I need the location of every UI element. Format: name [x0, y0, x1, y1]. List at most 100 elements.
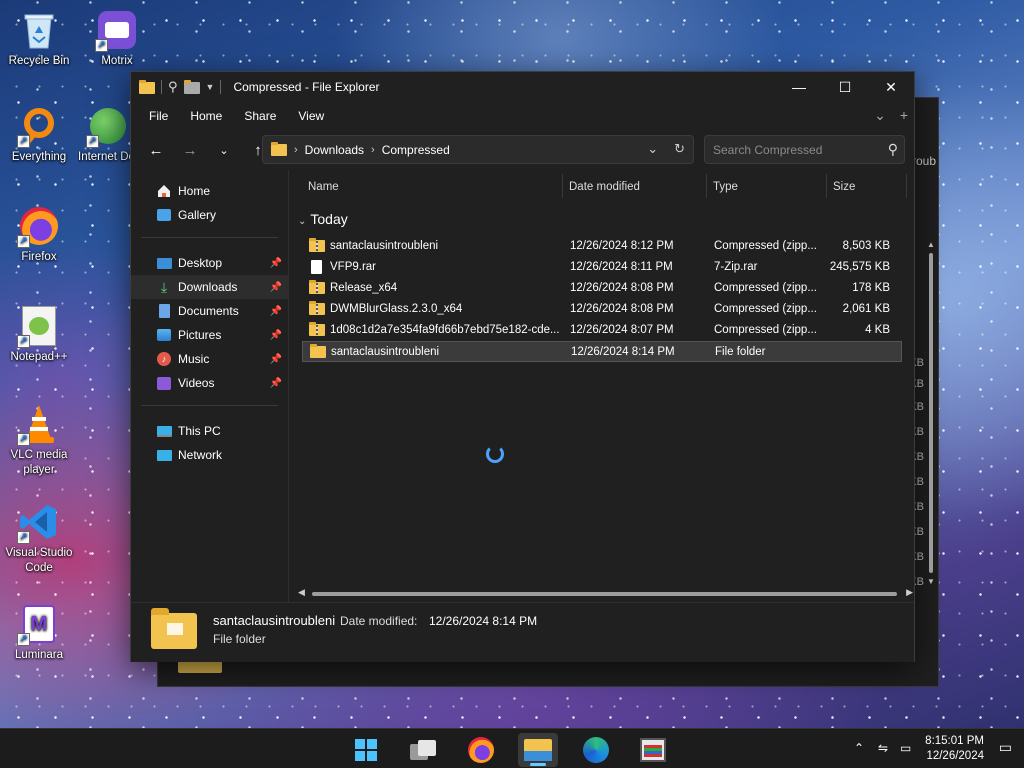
scroll-right-arrow-icon[interactable]: ▶ — [906, 587, 913, 598]
desktop-icon-motrix[interactable]: ↗ Motrix — [78, 8, 156, 69]
desktop-icon-firefox[interactable]: ↗ Firefox — [0, 204, 78, 265]
file-row[interactable]: VFP9.rar 12/26/2024 8:11 PM 7-Zip.rar 24… — [302, 257, 902, 278]
file-row-selected[interactable]: santaclausintroubleni 12/26/2024 8:14 PM… — [302, 341, 902, 362]
zip-folder-icon — [309, 322, 325, 337]
taskbar-firefox[interactable] — [461, 733, 501, 767]
pin-icon[interactable]: 📌 — [270, 282, 282, 293]
pin-icon[interactable]: 📌 — [270, 354, 282, 365]
column-divider[interactable] — [906, 174, 907, 198]
menu-view[interactable]: View — [290, 109, 338, 123]
file-explorer-window[interactable]: ⚲ ▼ Compressed - File Explorer — ☐ ✕ Fil… — [130, 71, 915, 662]
folder-icon — [151, 608, 197, 649]
sidebar-item-downloads[interactable]: ⤓ Downloads 📌 — [131, 275, 288, 299]
details-pane: santaclausintroubleni Date modified: 12/… — [131, 602, 914, 662]
taskbar-edge[interactable] — [576, 733, 616, 767]
idm-icon: ↗ — [86, 104, 130, 148]
desktop-icon-notepadpp[interactable]: ↗ Notepad++ — [0, 304, 78, 365]
chevron-right-icon[interactable]: › — [294, 144, 298, 156]
scroll-down-arrow-icon[interactable]: ▼ — [926, 577, 936, 586]
refresh-icon[interactable]: ↻ — [674, 141, 685, 157]
desktop-icon-vlc[interactable]: ↗ VLC media player — [0, 402, 78, 478]
breadcrumb-downloads[interactable]: Downloads — [305, 143, 364, 157]
scrollbar-thumb[interactable] — [312, 592, 897, 596]
column-header-size[interactable]: Size — [833, 181, 855, 193]
maximize-button[interactable]: ☐ — [822, 72, 868, 102]
scroll-up-arrow-icon[interactable]: ▲ — [926, 240, 936, 249]
desktop-icon-everything[interactable]: ↗ Everything — [0, 104, 78, 165]
search-input[interactable] — [713, 142, 873, 157]
chevron-down-icon[interactable]: ▼ — [206, 82, 215, 92]
volume-icon[interactable]: ▭ — [900, 741, 911, 755]
zip-folder-icon — [309, 238, 325, 253]
chevron-up-icon[interactable]: ⌃ — [854, 741, 864, 755]
network-icon[interactable]: ⇋ — [878, 741, 888, 755]
start-button[interactable] — [346, 733, 386, 767]
scrollbar-thumb[interactable] — [929, 253, 933, 573]
notepadpp-icon: ↗ — [17, 304, 61, 348]
column-divider[interactable] — [562, 174, 563, 198]
taskbar-file-explorer[interactable] — [518, 733, 558, 767]
taskbar-app[interactable] — [633, 733, 673, 767]
desktop-icon-luminara[interactable]: M ↗ Luminara — [0, 602, 78, 663]
sidebar-item-videos[interactable]: Videos 📌 — [131, 371, 288, 395]
pin-icon[interactable]: 📌 — [270, 306, 282, 317]
properties-icon[interactable]: ⚲ — [168, 79, 178, 95]
menu-share[interactable]: Share — [236, 109, 290, 123]
forward-button[interactable]: → — [173, 142, 207, 159]
column-header-type[interactable]: Type — [713, 181, 738, 193]
column-header-name[interactable]: Name — [308, 181, 339, 193]
sidebar-item-network[interactable]: Network — [131, 443, 288, 467]
horizontal-scrollbar[interactable]: ◀ ▶ — [298, 587, 913, 598]
pin-icon[interactable]: 📌 — [270, 330, 282, 341]
new-folder-icon[interactable] — [183, 79, 200, 94]
menu-file[interactable]: File — [141, 109, 182, 123]
search-box[interactable]: ⚲ — [704, 135, 905, 164]
search-icon[interactable]: ⚲ — [888, 141, 898, 158]
back-button[interactable]: ← — [139, 142, 173, 159]
chevron-right-icon[interactable]: › — [371, 144, 375, 156]
notification-icon[interactable]: ▭ — [999, 739, 1012, 756]
address-history-icon[interactable]: ⌄ — [647, 141, 658, 157]
menu-home[interactable]: Home — [182, 109, 236, 123]
file-explorer-icon — [524, 739, 552, 761]
recent-locations-button[interactable]: ⌄ — [207, 144, 241, 157]
scroll-left-arrow-icon[interactable]: ◀ — [298, 587, 305, 598]
file-row[interactable]: 1d08c1d2a7e354fa9fd66b7ebd75e182-cde... … — [302, 320, 902, 341]
sidebar-item-documents[interactable]: Documents 📌 — [131, 299, 288, 323]
column-divider[interactable] — [826, 174, 827, 198]
sidebar-item-home[interactable]: Home — [131, 179, 288, 203]
expand-ribbon-icon[interactable]: ⌄ — [874, 107, 886, 124]
background-vertical-scrollbar[interactable]: ▲ ▼ — [926, 240, 936, 610]
folder-icon — [271, 142, 287, 156]
column-divider[interactable] — [706, 174, 707, 198]
file-row[interactable]: santaclausintroubleni 12/26/2024 8:12 PM… — [302, 236, 902, 257]
pin-icon[interactable]: 📌 — [270, 258, 282, 269]
desktop-icon-internet-download-manager[interactable]: ↗ Internet Download... — [78, 104, 138, 165]
sidebar-divider — [141, 405, 278, 406]
address-bar[interactable]: › Downloads › Compressed ⌄ ↻ — [262, 135, 694, 164]
window-app-icon — [640, 738, 666, 762]
sidebar-item-music[interactable]: ♪ Music 📌 — [131, 347, 288, 371]
desktop-icon-recycle-bin[interactable]: Recycle Bin — [0, 8, 78, 69]
firefox-icon: ↗ — [17, 204, 61, 248]
sidebar-item-this-pc[interactable]: This PC — [131, 419, 288, 443]
help-icon[interactable]: + — [900, 107, 908, 124]
title-bar[interactable]: ⚲ ▼ Compressed - File Explorer — ☐ ✕ — [131, 72, 914, 102]
task-view-button[interactable] — [403, 733, 443, 767]
sidebar-item-gallery[interactable]: Gallery — [131, 203, 288, 227]
file-row[interactable]: Release_x64 12/26/2024 8:08 PM Compresse… — [302, 278, 902, 299]
sidebar-item-pictures[interactable]: Pictures 📌 — [131, 323, 288, 347]
file-row[interactable]: DWMBlurGlass.2.3.0_x64 12/26/2024 8:08 P… — [302, 299, 902, 320]
column-header-date[interactable]: Date modified — [569, 181, 640, 193]
ribbon-menu: File Home Share View ⌄ + — [131, 102, 914, 130]
clock[interactable]: 8:15:01 PM 12/26/2024 — [925, 734, 984, 764]
group-header-today[interactable]: ⌄ Today — [298, 211, 348, 227]
close-button[interactable]: ✕ — [868, 72, 914, 102]
folder-icon — [139, 79, 155, 94]
sidebar-item-desktop[interactable]: Desktop 📌 — [131, 251, 288, 275]
breadcrumb-compressed[interactable]: Compressed — [382, 143, 450, 157]
minimize-button[interactable]: — — [776, 72, 822, 102]
desktop-icon-vscode[interactable]: ↗ Visual Studio Code — [0, 500, 78, 576]
pin-icon[interactable]: 📌 — [270, 378, 282, 389]
details-item-type: File folder — [213, 632, 266, 646]
